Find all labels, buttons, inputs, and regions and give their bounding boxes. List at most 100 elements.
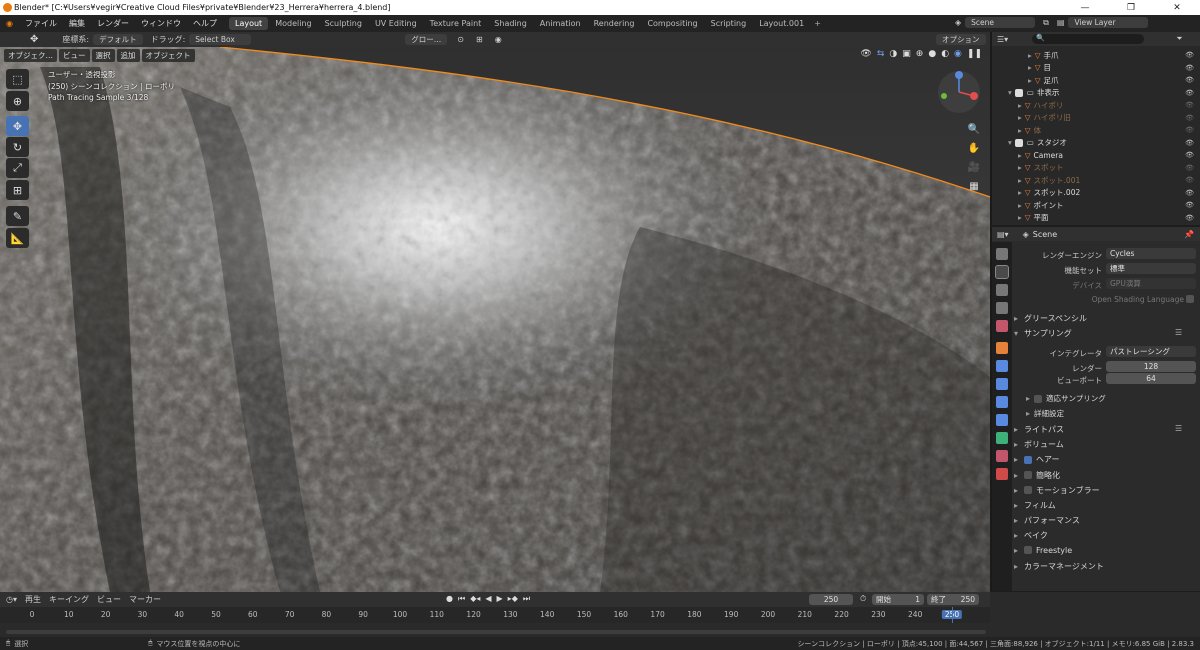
panel-checkbox[interactable]: [1024, 546, 1033, 555]
tool-move-icon[interactable]: ✥: [30, 34, 38, 45]
workspace-tab-rendering[interactable]: Rendering: [588, 17, 641, 30]
outliner-row[interactable]: ▸ ▽ ポイント 👁: [992, 199, 1200, 212]
end-frame-field[interactable]: 終了 250: [927, 594, 979, 605]
rotate-tool[interactable]: ↻: [6, 137, 29, 157]
outliner-row[interactable]: ▾ ▭ スタジオ 👁: [992, 137, 1200, 150]
current-frame-field[interactable]: 250: [809, 594, 853, 605]
visibility-eye-icon[interactable]: 👁: [1185, 64, 1194, 72]
scale-tool[interactable]: ⤢: [6, 158, 29, 178]
osl-checkbox[interactable]: [1186, 295, 1194, 303]
3d-viewport[interactable]: オブジェク… ビュー 選択 追加 オブジェクト 👁 ⇆ ◑ ▣ ⊕ ● ◐ ◉ …: [0, 47, 990, 592]
render-tab-icon[interactable]: [995, 265, 1009, 279]
snap-icon[interactable]: ⊞: [476, 35, 483, 44]
solid-shading-icon[interactable]: ●: [928, 49, 936, 59]
outliner-row[interactable]: ▸ ▽ Camera 👁: [992, 149, 1200, 162]
visibility-eye-icon[interactable]: 👁: [1185, 214, 1194, 222]
menu-window[interactable]: ウィンドウ: [135, 18, 187, 29]
outliner-row[interactable]: ▸ ▽ スポット 👁: [992, 162, 1200, 175]
viewport-mode-menu[interactable]: オブジェク…: [4, 49, 57, 62]
menu-help[interactable]: ヘルプ: [187, 18, 223, 29]
expand-arrow-icon[interactable]: ▸: [1018, 101, 1022, 110]
adaptive-sampling-checkbox[interactable]: [1034, 394, 1043, 403]
overlay-icon[interactable]: ◑: [889, 49, 897, 59]
panel-checkbox[interactable]: [1024, 455, 1033, 464]
play-reverse-icon[interactable]: ◀: [485, 594, 491, 604]
view-layer-tab-icon[interactable]: [996, 302, 1008, 314]
outliner-row[interactable]: ▸ ▽ 足爪 👁: [992, 74, 1200, 87]
render-samples-field[interactable]: 128: [1106, 361, 1196, 372]
workspace-tab-layout-001[interactable]: Layout.001: [753, 17, 810, 30]
integrator-dropdown[interactable]: パストレーシング: [1106, 346, 1196, 357]
close-button[interactable]: ✕: [1154, 0, 1200, 15]
visibility-eye-icon[interactable]: 👁: [1185, 89, 1194, 97]
feature-set-dropdown[interactable]: 標準: [1106, 263, 1196, 274]
outliner-row[interactable]: ▾ ▭ 非表示 👁: [992, 87, 1200, 100]
tool-tab-icon[interactable]: [996, 248, 1008, 260]
select-mode-dropdown[interactable]: Select Box: [189, 34, 252, 45]
prev-keyframe-icon[interactable]: ◆◂: [470, 594, 480, 604]
play-icon[interactable]: ▶: [497, 594, 503, 604]
scene-tab-icon[interactable]: [996, 320, 1008, 332]
zoom-icon[interactable]: 🔍: [966, 121, 982, 137]
menu-file[interactable]: ファイル: [19, 18, 63, 29]
visibility-icon[interactable]: 👁: [860, 49, 871, 59]
camera-view-icon[interactable]: 🎥: [966, 159, 982, 175]
pause-render-icon[interactable]: ❚❚: [967, 49, 982, 59]
workspace-tab-shading[interactable]: Shading: [488, 17, 533, 30]
measure-tool[interactable]: 📐: [6, 228, 29, 248]
filter-icon[interactable]: ⏷: [1176, 34, 1182, 44]
scene-selector[interactable]: Scene: [965, 17, 1036, 28]
expand-arrow-icon[interactable]: ▸: [1028, 51, 1032, 60]
workspace-tab-animation[interactable]: Animation: [534, 17, 587, 30]
physics-tab-icon[interactable]: [996, 396, 1008, 408]
expand-arrow-icon[interactable]: ▸: [1018, 126, 1022, 135]
transform-orientation-dropdown[interactable]: グロー…: [405, 34, 448, 45]
expand-arrow-icon[interactable]: ▸: [1018, 176, 1022, 185]
render-engine-dropdown[interactable]: Cycles: [1106, 248, 1196, 259]
panel-9[interactable]: ▸ カラーマネージメント: [1014, 561, 1104, 572]
visibility-eye-icon[interactable]: 👁: [1185, 126, 1194, 134]
pivot-icon[interactable]: ⊙: [457, 35, 464, 44]
timeline-editor-icon[interactable]: ◷▾: [6, 595, 17, 604]
viewport-select-menu[interactable]: 選択: [91, 49, 115, 62]
cursor-tool[interactable]: ⊕: [6, 91, 29, 111]
xray-icon[interactable]: ▣: [902, 49, 911, 59]
output-tab-icon[interactable]: [996, 284, 1008, 296]
panel-8[interactable]: ▸ Freestyle: [1014, 546, 1072, 555]
visibility-eye-icon[interactable]: 👁: [1185, 114, 1194, 122]
workspace-tab-sculpting[interactable]: Sculpting: [319, 17, 368, 30]
visibility-eye-icon[interactable]: 👁: [1185, 201, 1194, 209]
maximize-button[interactable]: ❐: [1108, 0, 1154, 15]
pin-icon[interactable]: 📌: [1184, 230, 1194, 239]
jump-start-icon[interactable]: ⏮: [458, 594, 465, 604]
outliner-row[interactable]: ▸ ▽ 体 👁: [992, 124, 1200, 137]
outliner-editor-icon[interactable]: ☰▾: [997, 35, 1008, 44]
outliner-row[interactable]: ▸ ▽ スポット.002 👁: [992, 187, 1200, 200]
grease-pencil-panel[interactable]: ▸ グリースペンシル: [1014, 313, 1087, 324]
workspace-tab-uv-editing[interactable]: UV Editing: [369, 17, 423, 30]
panel-0[interactable]: ▸ ライトパス: [1014, 424, 1064, 435]
outliner-row[interactable]: ▸ ▽ 手爪 👁: [992, 49, 1200, 62]
viewport-object-menu[interactable]: オブジェクト: [141, 49, 195, 62]
particles-tab-icon[interactable]: [996, 378, 1008, 390]
new-scene-icon[interactable]: ⧉: [1043, 18, 1049, 28]
outliner-row[interactable]: ▸ ▽ スポット.001 👁: [992, 174, 1200, 187]
outliner-row[interactable]: ▸ ▽ ハイポリ旧 👁: [992, 112, 1200, 125]
workspace-tab-layout[interactable]: Layout: [228, 17, 269, 30]
pan-hand-icon[interactable]: ✋: [966, 140, 982, 156]
expand-arrow-icon[interactable]: ▸: [1018, 188, 1022, 197]
outliner-search-input[interactable]: 🔍: [1032, 34, 1145, 44]
visibility-eye-icon[interactable]: 👁: [1185, 151, 1194, 159]
transform-tool[interactable]: ⊞: [6, 180, 29, 200]
navigation-gizmo[interactable]: [936, 69, 982, 115]
expand-arrow-icon[interactable]: ▸: [1028, 76, 1032, 85]
panel-checkbox[interactable]: [1024, 471, 1033, 480]
data-tab-icon[interactable]: [996, 432, 1008, 444]
keying-menu[interactable]: キーイング: [49, 594, 89, 605]
viewport-add-menu[interactable]: 追加: [116, 49, 140, 62]
visibility-eye-icon[interactable]: 👁: [1185, 164, 1194, 172]
outliner-row[interactable]: ▸ ▽ 目 👁: [992, 62, 1200, 75]
visibility-eye-icon[interactable]: 👁: [1185, 176, 1194, 184]
gizmo-icon[interactable]: ⇆: [877, 49, 885, 59]
workspace-tab-texture-paint[interactable]: Texture Paint: [424, 17, 488, 30]
